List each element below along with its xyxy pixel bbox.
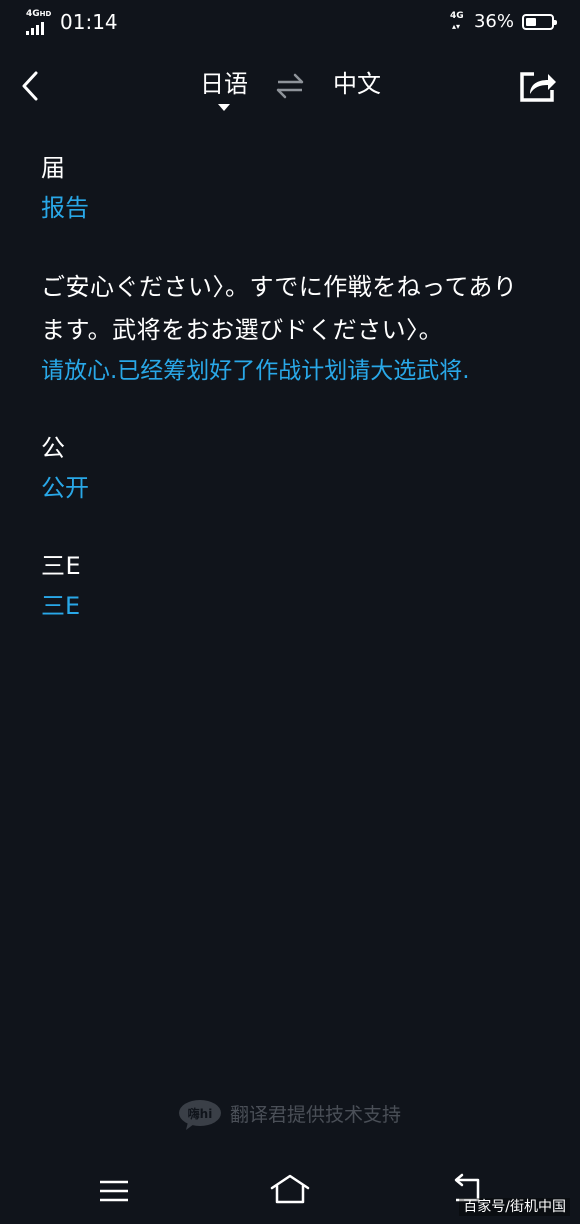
home-icon <box>270 1174 310 1204</box>
battery-fill <box>526 18 537 26</box>
watermark-text: 百家号/街机中国 <box>459 1198 570 1216</box>
source-text: 三E <box>41 552 82 580</box>
translated-text: 三E <box>41 592 81 620</box>
signal-bars <box>26 22 44 35</box>
app-header: 日语 中文 <box>0 56 580 116</box>
cellular-signal-icon: 4GHD <box>26 9 56 35</box>
translation-entry: ご安心ぐださい〉。すでに作戦をねってあります。武将をおお選びドください〉。 请放… <box>41 266 541 390</box>
data-arrows-icon: ▴▾ <box>451 22 461 31</box>
battery-icon <box>522 14 557 30</box>
source-text: 公 <box>41 434 66 462</box>
network-type-label: 4GHD <box>26 9 52 19</box>
data-network-icon: 4G ▴▾ <box>450 10 468 34</box>
menu-button[interactable] <box>96 1176 132 1206</box>
menu-icon <box>100 1180 128 1202</box>
back-button[interactable] <box>14 66 46 106</box>
translation-entry: 公 公开 <box>41 428 541 508</box>
translated-text: 报告 <box>41 194 89 222</box>
target-language-label: 中文 <box>333 70 381 98</box>
status-time: 01:14 <box>60 10 118 34</box>
credit-text: 翻译君提供技术支持 <box>230 1104 402 1126</box>
chevron-left-icon <box>22 71 38 101</box>
battery-nub <box>554 20 557 25</box>
share-icon <box>520 72 556 102</box>
logo-text: 嗨hi <box>188 1106 213 1121</box>
status-bar: 4GHD 01:14 4G ▴▾ 36% <box>0 0 580 44</box>
data-network-label: 4G <box>449 11 464 21</box>
target-language-selector[interactable]: 中文 <box>326 66 388 102</box>
translator-logo-icon: 嗨hi <box>179 1100 221 1130</box>
share-button[interactable] <box>516 66 560 106</box>
source-text: ご安心ぐださい〉。すでに作戦をねってあります。武将をおお選びドください〉。 <box>41 273 518 344</box>
translated-text: 公开 <box>41 474 89 502</box>
dropdown-triangle-icon <box>218 104 230 111</box>
source-language-label: 日语 <box>200 70 248 98</box>
translation-entry: 届 报告 <box>41 148 541 228</box>
home-button[interactable] <box>268 1172 312 1208</box>
swap-icon <box>276 73 304 99</box>
source-text: 届 <box>41 154 66 182</box>
swap-languages-button[interactable] <box>272 70 308 102</box>
status-left: 4GHD 01:14 <box>26 9 118 35</box>
translation-list: 届 报告 ご安心ぐださい〉。すでに作戦をねってあります。武将をおお選びドください… <box>41 148 541 664</box>
battery-percent: 36% <box>473 11 514 32</box>
status-right: 4G ▴▾ 36% <box>450 10 557 34</box>
system-nav-bar: 百家号/街机中国 <box>0 1160 580 1224</box>
translation-entry: 三E 三E <box>41 546 541 626</box>
translated-text: 请放心.已经筹划好了作战计划请大选武将. <box>41 358 470 384</box>
credit-line: 嗨hi 翻译君提供技术支持 <box>178 1098 401 1132</box>
source-language-selector[interactable]: 日语 <box>196 66 252 111</box>
